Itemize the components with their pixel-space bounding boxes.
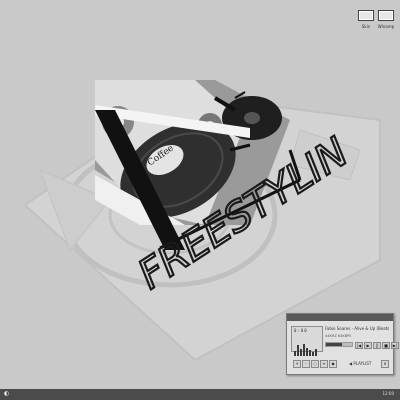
play-button[interactable]: ▶: [364, 342, 372, 349]
next-button[interactable]: ▶|: [391, 342, 399, 349]
remove-button[interactable]: -: [302, 360, 310, 368]
start-menu-icon[interactable]: ◐: [4, 390, 9, 397]
system-clock: 12:00: [382, 391, 394, 396]
spectrum-bar: [306, 347, 308, 356]
player-display: 0:00: [291, 326, 323, 356]
player-time: 0:00: [294, 328, 308, 333]
track-meta: 44KHZ 64KBPS: [325, 334, 352, 338]
window-icon: [358, 10, 374, 21]
stop-button[interactable]: ■: [382, 342, 390, 349]
select-button[interactable]: ○: [311, 360, 319, 368]
desktop-icon-label: Winamp: [377, 24, 395, 29]
window-icon: [378, 10, 394, 21]
seek-bar[interactable]: [325, 342, 353, 347]
spectrum-bar: [315, 348, 317, 356]
spectrum-visualizer: [294, 337, 320, 356]
taskbar: ◐ 12:00: [0, 389, 400, 400]
previous-button[interactable]: |◀: [355, 342, 363, 349]
player-titlebar[interactable]: [287, 314, 393, 321]
add-button[interactable]: +: [293, 360, 301, 368]
spectrum-bar: [312, 352, 314, 356]
media-player-window[interactable]: 0:00 Fabio Soares - Alive & Up (Beats 44…: [286, 313, 399, 375]
list-button[interactable]: ◆: [329, 360, 337, 368]
track-title: Fabio Soares - Alive & Up (Beats: [325, 326, 389, 331]
spectrum-bar: [297, 345, 299, 356]
seek-fill: [326, 343, 342, 346]
playlist-toggle[interactable]: ◀ PLAYLIST: [349, 361, 371, 366]
player-bottom-buttons: + - ○ ≡ ◆: [293, 360, 337, 368]
misc-button[interactable]: ≡: [320, 360, 328, 368]
spectrum-bar: [300, 348, 302, 356]
spectrum-bar: [303, 344, 305, 356]
spectrum-bar: [309, 350, 311, 356]
transport-controls: |◀ ▶ || ■ ▶|: [355, 342, 399, 349]
close-icon[interactable]: x: [381, 360, 389, 368]
spectrum-bar: [294, 351, 296, 356]
pause-button[interactable]: ||: [373, 342, 381, 349]
desktop-icon-winamp[interactable]: Winamp: [374, 10, 398, 29]
